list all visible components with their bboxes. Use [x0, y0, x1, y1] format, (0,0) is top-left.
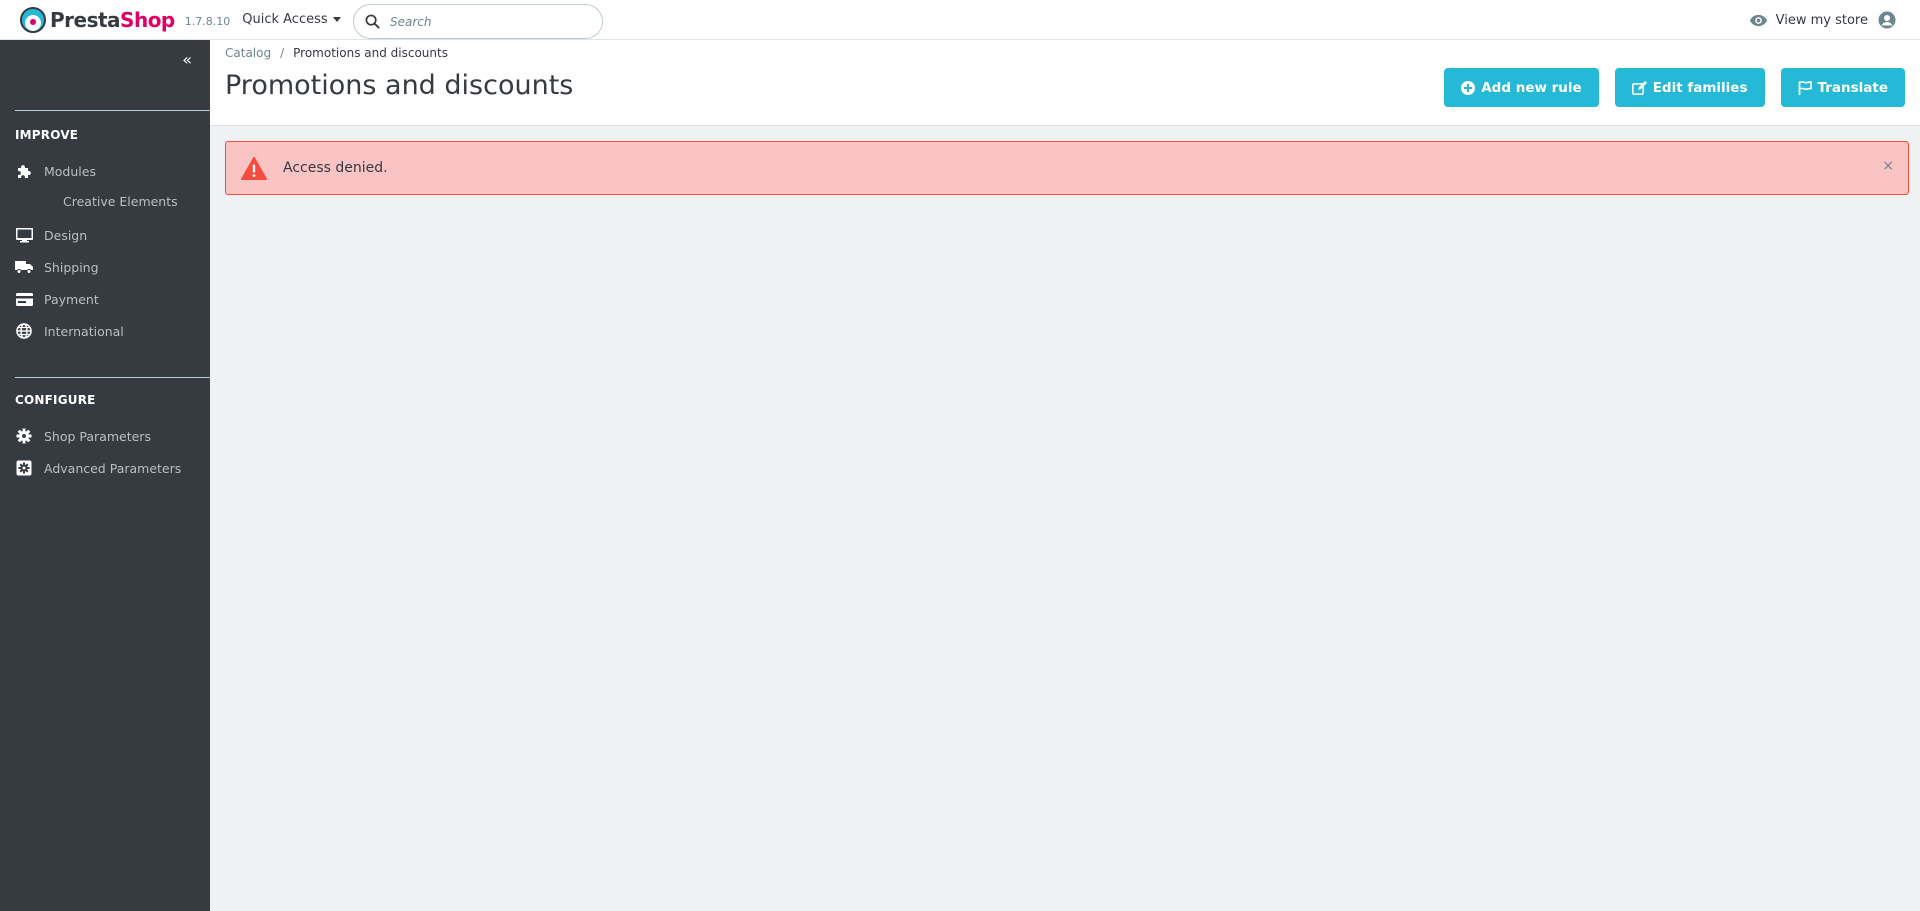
collapse-sidebar-icon[interactable]: «	[182, 50, 192, 69]
logo-text: PrestaShop	[50, 8, 175, 32]
warning-icon	[241, 156, 267, 180]
sidebar-item-label: Payment	[44, 291, 99, 307]
credit-card-icon	[15, 290, 33, 308]
top-header: PrestaShop 1.7.8.10 Quick Access	[0, 0, 1920, 40]
quick-access-dropdown[interactable]: Quick Access	[242, 12, 341, 27]
eye-icon	[1749, 14, 1767, 26]
sidebar-item-payment[interactable]: Payment	[15, 289, 99, 309]
plus-circle-icon	[1461, 80, 1476, 95]
sidebar-item-label: Advanced Parameters	[44, 460, 182, 476]
puffin-logo-icon	[20, 6, 46, 33]
sidebar-item-label: Modules	[44, 163, 96, 179]
translate-label: Translate	[1817, 79, 1889, 96]
sidebar-subitem-creative-elements[interactable]: Creative Elements	[63, 194, 178, 209]
quick-access-label: Quick Access	[242, 12, 328, 27]
flag-icon	[1798, 80, 1812, 95]
caret-down-icon	[332, 17, 341, 22]
page-title: Promotions and discounts	[225, 70, 574, 101]
logo-text-shop: Shop	[120, 7, 175, 32]
logo-text-presta: Presta	[50, 7, 121, 32]
page-toolbar: Add new rule Edit families Translate	[1444, 68, 1905, 107]
version-label: 1.7.8.10	[184, 15, 231, 28]
prestashop-logo[interactable]: PrestaShop	[20, 0, 175, 40]
puzzle-icon	[15, 162, 33, 180]
sidebar-item-international[interactable]: International	[15, 321, 124, 341]
sidebar-item-shipping[interactable]: Shipping	[15, 257, 99, 277]
access-denied-alert: Access denied. ×	[225, 141, 1909, 195]
advanced-gear-icon	[15, 459, 33, 477]
sidebar-divider	[15, 110, 210, 111]
translate-button[interactable]: Translate	[1780, 68, 1905, 107]
section-title-improve: IMPROVE	[15, 128, 79, 142]
user-account-icon[interactable]	[1878, 11, 1896, 29]
view-my-store-link[interactable]: View my store	[1749, 0, 1896, 40]
sidebar-nav: « IMPROVE Modules Creative Elements Desi…	[0, 40, 210, 911]
sidebar-divider	[15, 377, 210, 378]
breadcrumb-catalog-link[interactable]: Catalog	[225, 46, 271, 60]
edit-families-button[interactable]: Edit families	[1614, 68, 1765, 107]
sidebar-item-design[interactable]: Design	[15, 225, 87, 245]
sidebar-item-label: Design	[44, 227, 88, 243]
breadcrumb-separator: /	[280, 46, 285, 60]
section-title-configure: CONFIGURE	[15, 393, 96, 407]
desktop-icon	[15, 226, 33, 244]
gear-icon	[15, 427, 33, 445]
close-alert-icon[interactable]: ×	[1882, 158, 1894, 174]
alert-message: Access denied.	[283, 160, 388, 176]
truck-icon	[15, 258, 33, 276]
breadcrumb: Catalog / Promotions and discounts	[225, 46, 448, 60]
sidebar-item-modules[interactable]: Modules	[15, 161, 96, 181]
page-header: Catalog / Promotions and discounts Promo…	[210, 40, 1920, 126]
search-input[interactable]	[390, 14, 570, 29]
add-new-rule-label: Add new rule	[1481, 79, 1582, 96]
search-bar[interactable]	[353, 4, 603, 39]
search-icon	[365, 14, 380, 29]
sidebar-item-advanced-parameters[interactable]: Advanced Parameters	[15, 458, 181, 478]
globe-icon	[15, 322, 33, 340]
add-new-rule-button[interactable]: Add new rule	[1444, 68, 1599, 107]
breadcrumb-current: Promotions and discounts	[293, 46, 448, 60]
sidebar-item-label: Shipping	[44, 259, 99, 275]
sidebar-item-label: International	[44, 323, 124, 339]
sidebar-item-shop-parameters[interactable]: Shop Parameters	[15, 426, 151, 446]
edit-icon	[1631, 80, 1647, 95]
edit-families-label: Edit families	[1652, 79, 1748, 96]
sidebar-item-label: Shop Parameters	[44, 428, 151, 444]
view-my-store-label: View my store	[1775, 12, 1868, 28]
